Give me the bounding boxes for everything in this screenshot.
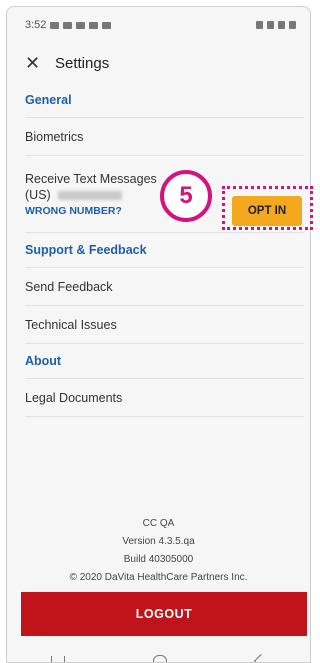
- android-nav-bar: [7, 645, 310, 662]
- opt-in-button[interactable]: OPT IN: [232, 196, 302, 226]
- notification-icon: [63, 21, 73, 29]
- version-label: Version 4.3.5.qa: [122, 536, 195, 547]
- send-feedback-label: Send Feedback: [25, 279, 113, 294]
- notification-icon: [50, 21, 60, 29]
- technical-issues-item[interactable]: Technical Issues: [25, 305, 304, 343]
- notification-icon: [102, 21, 112, 29]
- status-bar: 3:52: [7, 7, 310, 43]
- wrong-number-link[interactable]: WRONG NUMBER?: [25, 205, 122, 217]
- top-bar: ✕ Settings: [7, 43, 310, 83]
- legal-documents-item[interactable]: Legal Documents: [25, 378, 304, 416]
- divider: [25, 416, 304, 417]
- alarm-icon: [256, 21, 263, 29]
- back-icon[interactable]: [253, 653, 268, 662]
- legal-documents-label: Legal Documents: [25, 390, 123, 405]
- sms-country: (US): [25, 188, 51, 202]
- build-label: Build 40305000: [123, 554, 194, 565]
- battery-icon: [289, 21, 296, 29]
- section-support-title: Support & Feedback: [25, 243, 147, 257]
- send-feedback-item[interactable]: Send Feedback: [25, 267, 304, 305]
- close-icon[interactable]: ✕: [25, 54, 47, 72]
- sms-label: Receive Text Messages: [25, 172, 157, 186]
- section-general-title: General: [25, 93, 72, 107]
- biometrics-label: Biometrics: [25, 129, 84, 144]
- copyright-label: © 2020 DaVita HealthCare Partners Inc.: [69, 572, 248, 583]
- signal-icon: [278, 21, 285, 29]
- section-about-title: About: [25, 354, 62, 368]
- recent-apps-icon[interactable]: [51, 656, 66, 662]
- page-title: Settings: [55, 54, 110, 72]
- wifi-icon: [267, 21, 274, 29]
- notification-icon: [89, 21, 99, 29]
- notification-icon: [76, 21, 86, 29]
- status-time: 3:52: [25, 19, 47, 31]
- redacted-phone-number: [58, 191, 123, 201]
- biometrics-item[interactable]: Biometrics: [25, 117, 304, 155]
- phone-screen: 3:52 ✕ Settings General Biometrics Recei…: [6, 6, 311, 663]
- technical-issues-label: Technical Issues: [25, 317, 117, 332]
- logout-button[interactable]: LOGOUT: [21, 592, 307, 636]
- step-marker: 5: [160, 170, 212, 222]
- environment-label: CC QA: [142, 518, 175, 529]
- app-info: CC QA Version 4.3.5.qa Build 40305000 © …: [7, 515, 310, 587]
